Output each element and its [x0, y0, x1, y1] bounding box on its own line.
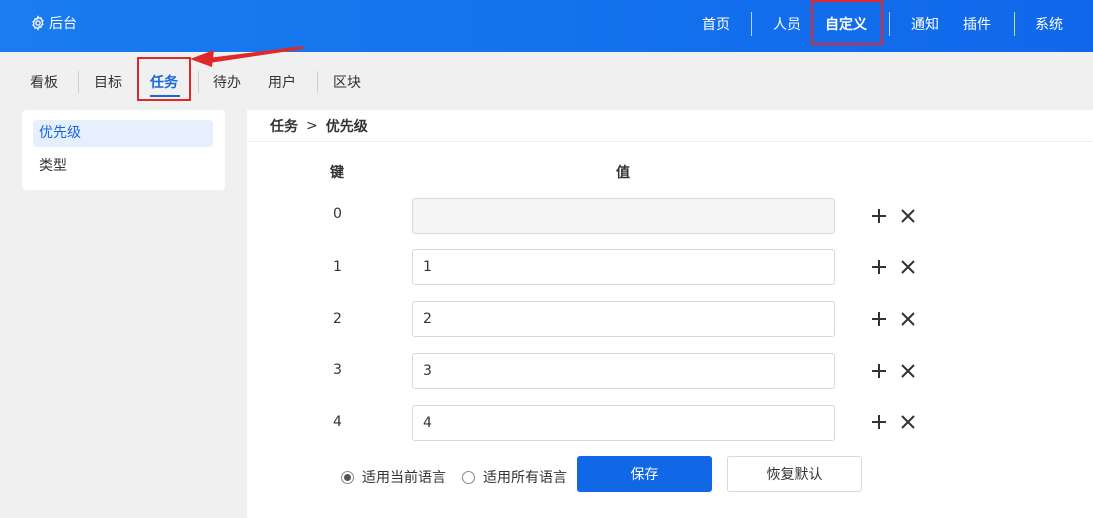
radio-checked-icon — [341, 470, 354, 484]
tab-separator — [317, 71, 318, 93]
breadcrumb-parent[interactable]: 任务 — [270, 116, 298, 136]
highlight-box-task — [137, 57, 191, 101]
nav-people[interactable]: 人员 — [773, 14, 801, 34]
annotation-arrow-icon — [190, 46, 303, 67]
radio-unchecked-icon — [462, 470, 475, 484]
tab-user[interactable]: 用户 — [268, 72, 296, 92]
main-panel: 任务 > 优先级 键 值 0 1 2 3 4 适用当前语言 适用所有语言 保存 … — [247, 110, 1093, 518]
highlight-box-custom — [811, 0, 883, 45]
delete-row-icon[interactable] — [899, 413, 917, 431]
nav-notice[interactable]: 通知 — [911, 14, 939, 34]
tab-separator — [198, 71, 199, 93]
add-row-icon[interactable] — [870, 310, 888, 328]
row-value-input[interactable] — [412, 301, 835, 337]
row-value-input[interactable] — [412, 405, 835, 441]
breadcrumb: 任务 > 优先级 — [270, 116, 368, 136]
tab-todo[interactable]: 待办 — [213, 72, 241, 92]
reset-default-button[interactable]: 恢复默认 — [727, 456, 862, 492]
add-row-icon[interactable] — [870, 258, 888, 276]
tab-separator — [78, 71, 79, 93]
row-key: 3 — [333, 362, 342, 378]
row-key: 0 — [333, 206, 342, 222]
add-row-icon[interactable] — [870, 413, 888, 431]
breadcrumb-current: 优先级 — [325, 119, 368, 135]
delete-row-icon[interactable] — [899, 362, 917, 380]
radio-all-languages[interactable]: 适用所有语言 — [462, 467, 567, 487]
tab-goal[interactable]: 目标 — [94, 72, 122, 92]
nav-home[interactable]: 首页 — [702, 14, 730, 34]
row-value-input[interactable] — [412, 353, 835, 389]
delete-row-icon[interactable] — [899, 207, 917, 225]
row-key: 2 — [333, 311, 342, 327]
nav-plugins[interactable]: 插件 — [963, 14, 991, 34]
gear-icon — [32, 15, 44, 31]
brand-label: 后台 — [49, 16, 77, 32]
radio-label: 适用所有语言 — [483, 470, 567, 486]
sidebar-item-priority[interactable]: 优先级 — [33, 120, 213, 147]
add-row-icon[interactable] — [870, 362, 888, 380]
nav-system[interactable]: 系统 — [1035, 14, 1063, 34]
nav-separator — [889, 12, 890, 36]
row-value-input — [412, 198, 835, 234]
row-value-input[interactable] — [412, 249, 835, 285]
column-header-key: 键 — [330, 165, 344, 181]
nav-separator — [1014, 12, 1015, 36]
top-header: 后台 首页 人员 自定义 通知 插件 系统 — [0, 0, 1093, 52]
tab-block[interactable]: 区块 — [333, 72, 361, 92]
brand[interactable]: 后台 — [30, 13, 77, 33]
radio-current-language[interactable]: 适用当前语言 — [341, 467, 446, 487]
row-key: 1 — [333, 259, 342, 275]
sidebar-item-type[interactable]: 类型 — [33, 153, 213, 180]
radio-label: 适用当前语言 — [362, 470, 446, 486]
row-key: 4 — [333, 414, 342, 430]
add-row-icon[interactable] — [870, 207, 888, 225]
column-header-value: 值 — [616, 165, 630, 181]
nav-separator — [751, 12, 752, 36]
delete-row-icon[interactable] — [899, 310, 917, 328]
tab-board[interactable]: 看板 — [30, 72, 58, 92]
save-button[interactable]: 保存 — [577, 456, 712, 492]
sidebar-card: 优先级 类型 — [22, 110, 225, 190]
breadcrumb-divider — [247, 141, 1093, 142]
delete-row-icon[interactable] — [899, 258, 917, 276]
breadcrumb-separator: > — [306, 118, 318, 134]
sub-nav: 看板 目标 任务 待办 用户 区块 — [0, 52, 1093, 108]
